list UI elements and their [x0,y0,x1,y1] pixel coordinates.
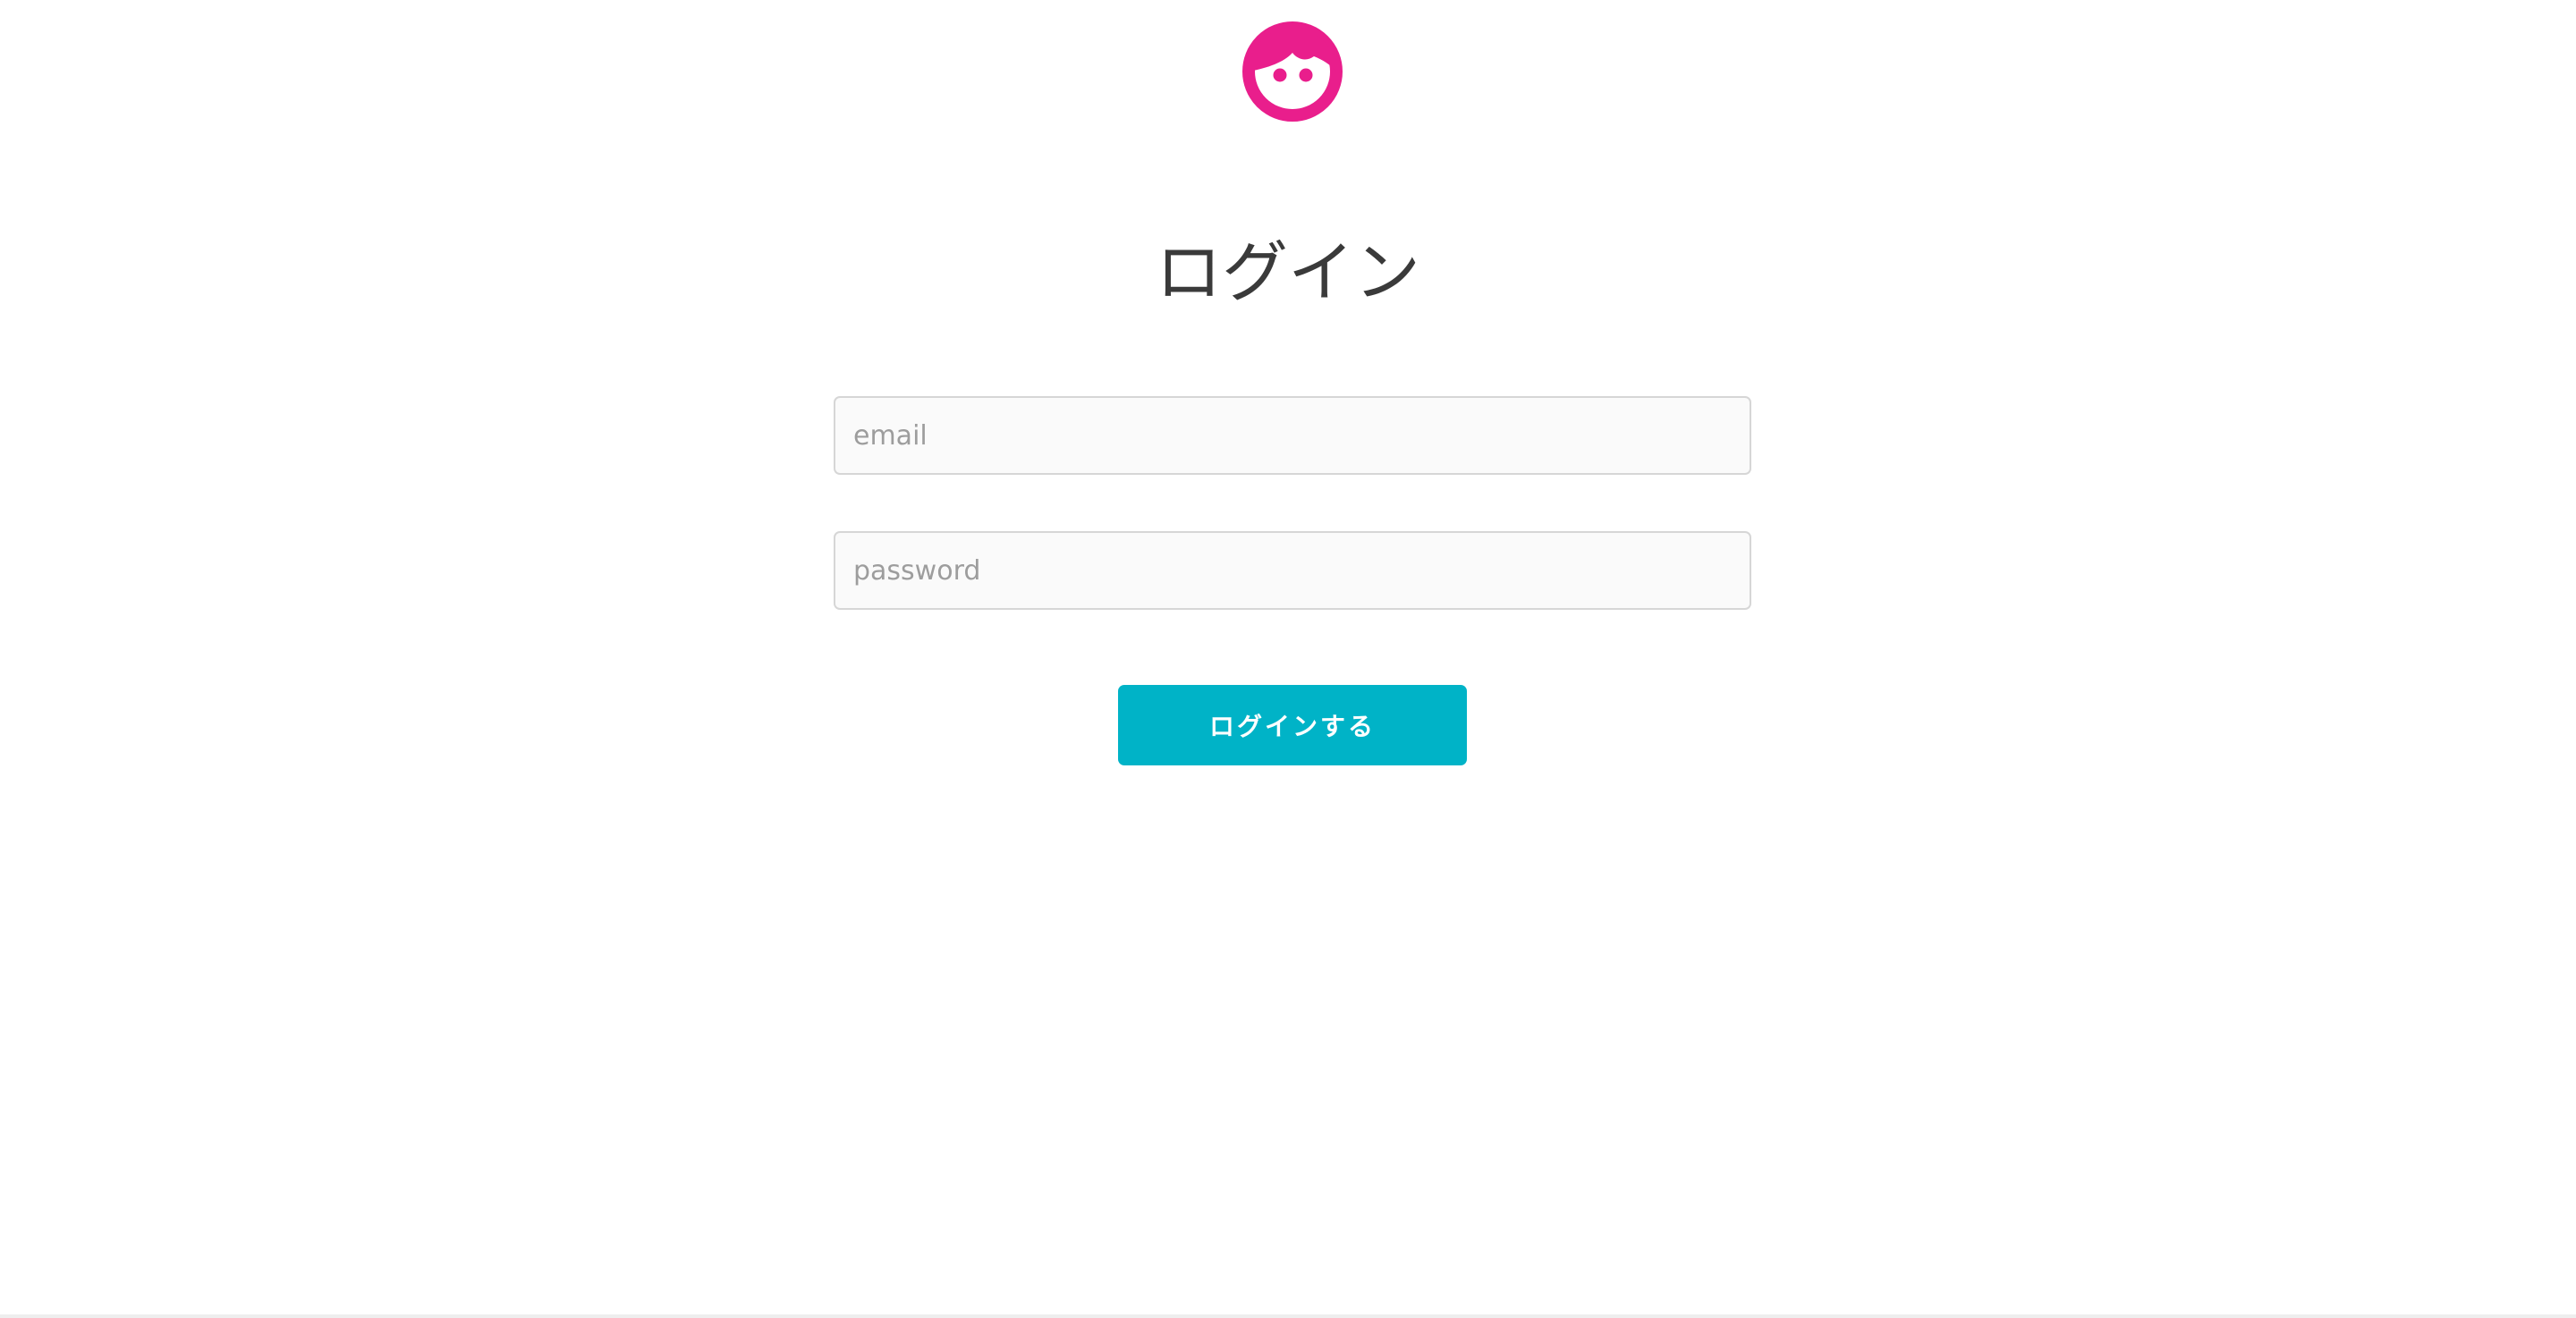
email-field[interactable] [834,396,1751,475]
page-title: ログイン [1156,234,1420,311]
footer-divider [0,1314,2576,1318]
face-logo-icon [1242,21,1343,122]
password-field[interactable] [834,531,1751,610]
login-page: ログイン ログインする [0,0,2576,1318]
login-button[interactable]: ログインする [1118,685,1467,765]
face-icon [1242,21,1343,122]
